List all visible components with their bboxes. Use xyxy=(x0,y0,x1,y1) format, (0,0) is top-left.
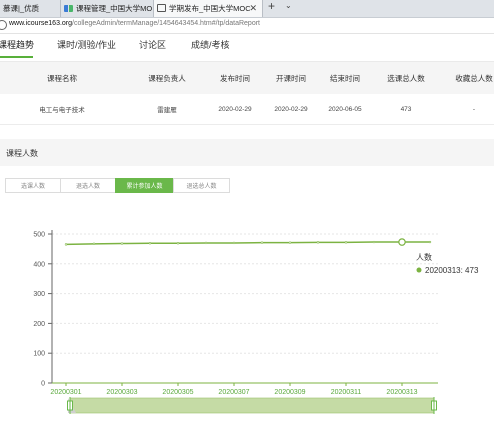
active-tab-indicator xyxy=(0,56,33,58)
data-point[interactable] xyxy=(92,242,96,246)
x-tick-label: 20200305 xyxy=(162,389,193,396)
tab-discussion[interactable]: 讨论区 xyxy=(139,38,166,51)
segment-cumulative[interactable]: 累计参加人数 xyxy=(115,178,174,193)
data-point[interactable] xyxy=(372,240,376,244)
segment-enrolled[interactable]: 选课人数 xyxy=(5,178,61,193)
header-favorites-total: 收藏总人数 xyxy=(455,74,493,83)
highlight-point[interactable] xyxy=(398,238,406,246)
enrollment-line-chart: 0 100 200 300 400 500 20200301 20200303 2020030… xyxy=(33,230,479,414)
header-course-name: 课程名称 xyxy=(47,74,77,83)
tooltip-value: 20200313: 473 xyxy=(425,266,479,275)
cell-course-name: 电工与电子技术 xyxy=(39,107,85,114)
data-point[interactable] xyxy=(344,241,348,244)
info-icon[interactable] xyxy=(0,20,7,30)
browser-tab-mooc[interactable]: 慕课|_优质 xyxy=(0,0,58,17)
y-tick-label: 0 xyxy=(41,381,45,388)
chevron-down-icon[interactable]: ⌄ xyxy=(285,1,292,10)
tab-lessons-quizzes[interactable]: 课时/测验/作业 xyxy=(57,38,116,51)
data-point[interactable] xyxy=(316,241,320,244)
url-path: /collegeAdmin/termManage/1454643454.htm#… xyxy=(72,20,260,27)
browser-tab-course-manage[interactable]: 课程管理_中国大学MOOC( xyxy=(60,0,152,17)
tab-course-trend[interactable]: 课程趋势 xyxy=(0,38,34,51)
y-tick-label: 400 xyxy=(33,261,45,268)
address-bar[interactable]: www.icourse163.org/collegeAdmin/termMana… xyxy=(0,18,494,34)
tab-grades[interactable]: 成绩/考核 xyxy=(191,38,230,51)
x-tick-label: 20200309 xyxy=(274,389,305,396)
section-header: 课程人数 xyxy=(0,139,494,166)
x-tick-label: 20200307 xyxy=(218,389,249,396)
data-point[interactable] xyxy=(428,240,432,244)
browser-tab-strip: 慕课|_优质 课程管理_中国大学MOOC( 学期发布_中国大学MOC ✕ + ⌄ xyxy=(0,0,494,18)
x-tick-label: 20200311 xyxy=(331,389,362,396)
tab-label: 学期发布_中国大学MOC xyxy=(169,4,251,13)
data-point[interactable] xyxy=(148,242,152,245)
tab-label: 慕课|_优质 xyxy=(3,4,40,13)
x-tick-label: 20200313 xyxy=(386,389,417,396)
y-tick-label: 100 xyxy=(33,351,45,358)
tab-label: 课程管理_中国大学MOOC( xyxy=(76,4,152,13)
bars-icon xyxy=(64,5,73,12)
y-tick-label: 200 xyxy=(33,321,45,328)
page-icon xyxy=(157,4,166,12)
data-point[interactable] xyxy=(260,241,264,244)
new-tab-button[interactable]: + xyxy=(268,0,275,13)
series-line xyxy=(65,241,430,246)
segment-dropped-total[interactable]: 退选总人数 xyxy=(173,178,230,193)
table-header-row: 课程名称 课程负责人 发布时间 开课时间 结束时间 选课总人数 收藏总人数 xyxy=(0,61,494,95)
data-point[interactable] xyxy=(232,241,236,245)
data-point[interactable] xyxy=(120,242,124,245)
url-host: www.icourse163.org xyxy=(9,20,73,27)
cell-favorites-total: - xyxy=(472,105,476,113)
header-lead: 课程负责人 xyxy=(148,74,186,83)
cell-enrolled-total: 473 xyxy=(400,105,412,113)
data-point[interactable] xyxy=(64,243,68,246)
table-row: 电工与电子技术 雷建雁 2020-02-29 2020-02-29 2020-0… xyxy=(0,94,494,125)
segment-dropped[interactable]: 退选人数 xyxy=(60,178,116,193)
x-tick-label: 20200301 xyxy=(50,389,81,396)
x-tick-label: 20200303 xyxy=(106,389,137,396)
cell-lead: 雷建雁 xyxy=(157,107,177,114)
tooltip-marker xyxy=(416,267,422,273)
section-title: 课程人数 xyxy=(6,149,38,158)
data-point[interactable] xyxy=(176,242,180,245)
y-tick-label: 300 xyxy=(33,291,45,298)
y-tick-label: 500 xyxy=(33,232,45,239)
course-nav: 课程趋势 课时/测验/作业 讨论区 成绩/考核 xyxy=(0,34,494,60)
zoom-track[interactable] xyxy=(69,397,435,414)
header-enrolled-total: 选课总人数 xyxy=(387,74,425,83)
data-point[interactable] xyxy=(204,241,208,245)
url-text[interactable]: www.icourse163.org/collegeAdmin/termMana… xyxy=(9,20,260,27)
browser-tab-term-publish[interactable]: 学期发布_中国大学MOC ✕ xyxy=(153,0,263,17)
tooltip-series-name: 人数 xyxy=(416,252,432,262)
data-point[interactable] xyxy=(288,241,292,244)
close-icon[interactable]: ✕ xyxy=(249,0,257,17)
